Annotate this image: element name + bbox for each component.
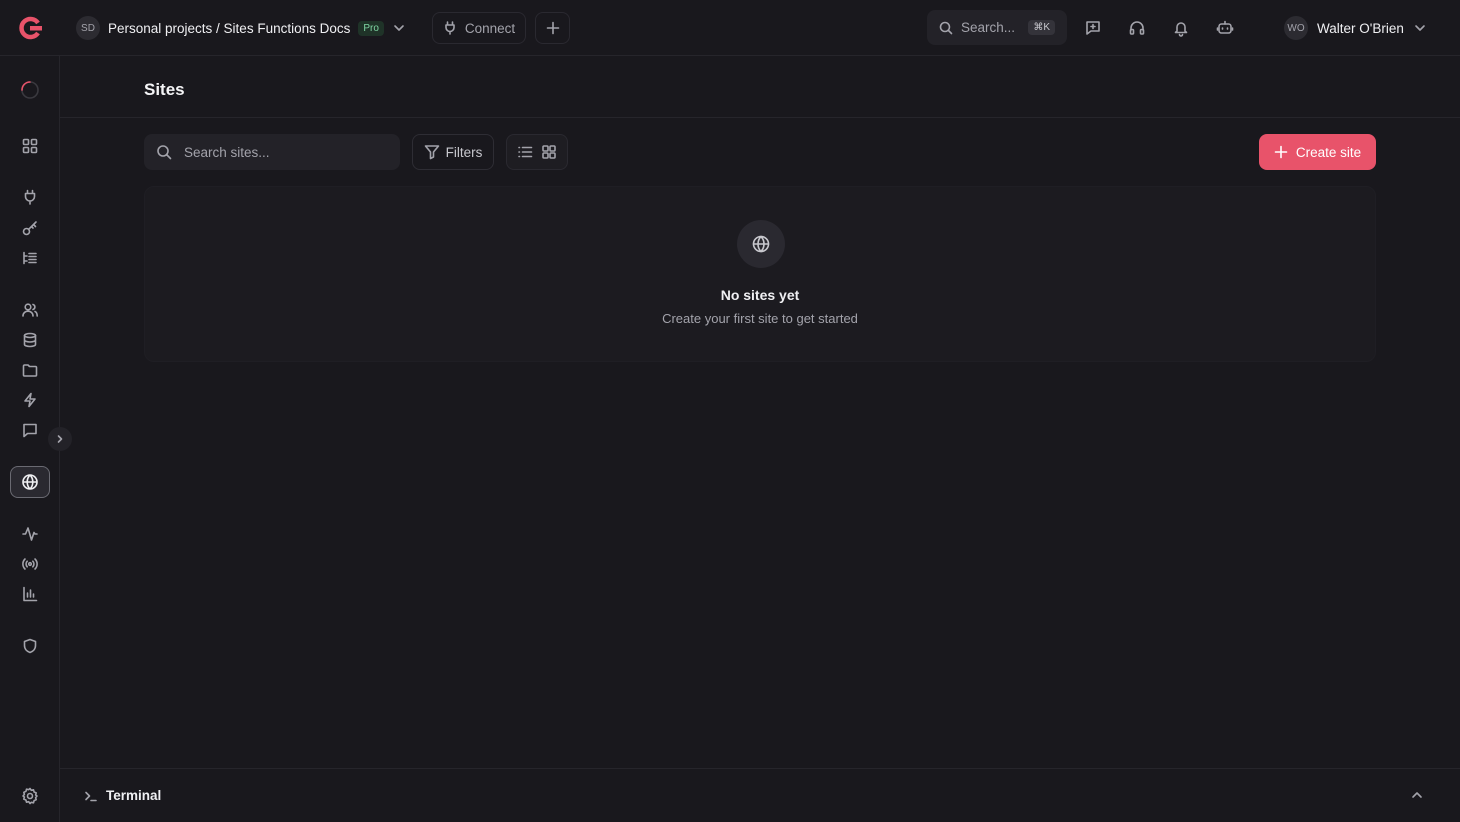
user-menu[interactable]: WO Walter O'Brien	[1284, 16, 1427, 40]
plus-icon	[1274, 145, 1288, 159]
sidebar	[0, 56, 72, 822]
empty-state-subtitle: Create your first site to get started	[662, 311, 858, 326]
page-header: Sites	[60, 56, 1460, 118]
chevron-down-icon	[392, 21, 406, 35]
filters-label: Filters	[445, 144, 483, 160]
global-search[interactable]: Search... ⌘K	[927, 10, 1067, 45]
sites-search-input[interactable]	[184, 144, 374, 160]
filter-icon	[424, 144, 440, 160]
project-switcher[interactable]: SD Personal projects / Sites Functions D…	[76, 16, 406, 40]
loading-spinner-icon	[20, 80, 40, 100]
grid-view-icon[interactable]	[541, 144, 557, 160]
key-icon[interactable]	[20, 218, 40, 238]
create-site-button[interactable]: Create site	[1259, 134, 1376, 170]
assistant-icon[interactable]	[1214, 17, 1236, 39]
overview-icon[interactable]	[20, 136, 40, 156]
sidebar-expand-button[interactable]	[48, 427, 72, 451]
plug-icon[interactable]	[20, 187, 40, 207]
search-icon	[156, 144, 172, 160]
chevron-down-icon	[1413, 21, 1427, 35]
appwrite-logo-icon[interactable]	[16, 14, 44, 42]
globe-icon	[737, 220, 785, 268]
activity-icon[interactable]	[20, 524, 40, 544]
terminal-label: Terminal	[106, 788, 162, 803]
folder-icon[interactable]	[20, 360, 40, 380]
global-search-placeholder: Search...	[961, 20, 1016, 35]
page-title: Sites	[144, 80, 185, 99]
filters-button[interactable]: Filters	[412, 134, 494, 170]
search-shortcut-badge: ⌘K	[1028, 20, 1055, 35]
user-avatar: WO	[1284, 16, 1308, 40]
create-site-label: Create site	[1295, 144, 1362, 160]
plus-icon	[546, 21, 560, 35]
empty-state-card: No sites yet Create your first site to g…	[144, 186, 1376, 362]
add-button[interactable]	[535, 12, 570, 44]
settings-button[interactable]	[20, 786, 40, 806]
sidebar-item-sites[interactable]	[10, 466, 50, 498]
bar-chart-icon[interactable]	[20, 584, 40, 604]
gear-icon	[20, 786, 40, 806]
search-icon	[939, 21, 953, 35]
globe-icon	[21, 473, 39, 491]
terminal-header[interactable]: Terminal	[84, 788, 161, 803]
empty-state-title: No sites yet	[720, 287, 800, 303]
connect-label: Connect	[464, 20, 516, 36]
bell-icon[interactable]	[1170, 17, 1192, 39]
sites-search[interactable]	[144, 134, 400, 170]
feedback-icon[interactable]	[1082, 17, 1104, 39]
top-bar: SD Personal projects / Sites Functions D…	[0, 0, 1460, 56]
plan-badge: Pro	[358, 20, 384, 36]
project-avatar: SD	[76, 16, 100, 40]
plug-icon	[443, 21, 457, 35]
terminal-icon	[84, 789, 98, 803]
terminal-panel[interactable]: Terminal	[60, 768, 1460, 822]
list-view-icon[interactable]	[517, 144, 533, 160]
chevron-up-icon[interactable]	[1410, 788, 1424, 802]
view-toggle	[506, 134, 568, 170]
project-breadcrumb: Personal projects / Sites Functions Docs	[108, 20, 351, 36]
messaging-icon[interactable]	[20, 420, 40, 440]
connect-button[interactable]: Connect	[432, 12, 526, 44]
bolt-icon[interactable]	[20, 390, 40, 410]
broadcast-icon[interactable]	[20, 554, 40, 574]
database-icon[interactable]	[20, 330, 40, 350]
headphones-icon[interactable]	[1126, 17, 1148, 39]
list-icon[interactable]	[20, 248, 40, 268]
shield-icon[interactable]	[20, 636, 40, 656]
users-icon[interactable]	[20, 300, 40, 320]
user-name: Walter O'Brien	[1317, 20, 1404, 36]
